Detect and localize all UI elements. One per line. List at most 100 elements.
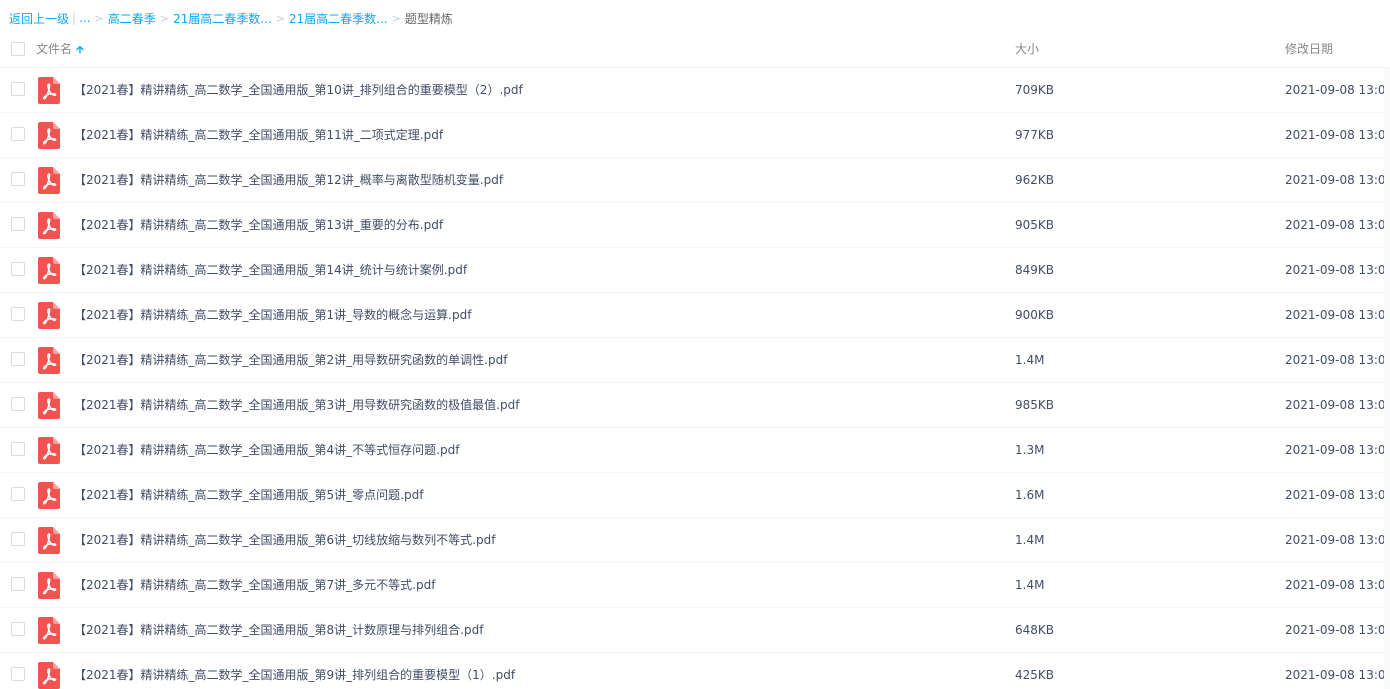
file-modified-date: 2021-09-08 13:07 — [1285, 218, 1390, 232]
column-filename-label: 文件名 — [36, 42, 73, 56]
file-size: 900KB — [1015, 308, 1055, 322]
file-name[interactable]: 【2021春】精讲精练_高二数学_全国通用版_第12讲_概率与离散型随机变量.p… — [74, 158, 503, 203]
file-modified-date: 2021-09-08 13:07 — [1285, 623, 1390, 637]
breadcrumb-item-1[interactable]: 高二春季 — [108, 10, 156, 27]
file-checkbox[interactable] — [11, 172, 25, 186]
pdf-file-icon — [38, 662, 60, 689]
pdf-file-icon — [38, 437, 60, 464]
file-checkbox[interactable] — [11, 307, 25, 321]
file-checkbox[interactable] — [11, 442, 25, 456]
pdf-file-icon — [38, 212, 60, 239]
file-modified-date: 2021-09-08 13:07 — [1285, 488, 1390, 502]
file-row[interactable]: 【2021春】精讲精练_高二数学_全国通用版_第11讲_二项式定理.pdf 977… — [0, 113, 1390, 158]
pdf-file-icon — [38, 617, 60, 644]
file-modified-date: 2021-09-08 13:07 — [1285, 398, 1390, 412]
pdf-file-icon — [38, 572, 60, 599]
chevron-right-icon: > — [275, 11, 285, 25]
file-checkbox[interactable] — [11, 667, 25, 681]
file-modified-date: 2021-09-08 13:07 — [1285, 128, 1390, 142]
file-modified-date: 2021-09-08 13:07 — [1285, 308, 1390, 322]
column-filename[interactable]: 文件名 🡱 — [36, 30, 84, 68]
file-size: 977KB — [1015, 128, 1055, 142]
file-list: 【2021春】精讲精练_高二数学_全国通用版_第10讲_排列组合的重要模型（2）… — [0, 68, 1390, 689]
select-all-checkbox[interactable] — [11, 42, 25, 56]
file-row[interactable]: 【2021春】精讲精练_高二数学_全国通用版_第6讲_切线放缩与数列不等式.pd… — [0, 518, 1390, 563]
file-modified-date: 2021-09-08 13:07 — [1285, 263, 1390, 277]
file-size: 1.3M — [1015, 443, 1045, 457]
file-modified-date: 2021-09-08 13:07 — [1285, 668, 1390, 682]
pdf-file-icon — [38, 347, 60, 374]
file-row[interactable]: 【2021春】精讲精练_高二数学_全国通用版_第14讲_统计与统计案例.pdf 8… — [0, 248, 1390, 293]
back-link[interactable]: 返回上一级 — [9, 10, 69, 27]
file-checkbox[interactable] — [11, 127, 25, 141]
file-checkbox[interactable] — [11, 487, 25, 501]
file-checkbox[interactable] — [11, 577, 25, 591]
file-row[interactable]: 【2021春】精讲精练_高二数学_全国通用版_第5讲_零点问题.pdf 1.6M 2… — [0, 473, 1390, 518]
column-modified-date[interactable]: 修改日期 — [1285, 30, 1333, 68]
pdf-file-icon — [38, 482, 60, 509]
file-row[interactable]: 【2021春】精讲精练_高二数学_全国通用版_第2讲_用导数研究函数的单调性.p… — [0, 338, 1390, 383]
file-name[interactable]: 【2021春】精讲精练_高二数学_全国通用版_第4讲_不等式恒存问题.pdf — [74, 428, 459, 473]
pdf-file-icon — [38, 257, 60, 284]
chevron-right-icon: > — [94, 11, 104, 25]
breadcrumb-current: 题型精炼 — [404, 11, 453, 26]
file-name[interactable]: 【2021春】精讲精练_高二数学_全国通用版_第13讲_重要的分布.pdf — [74, 203, 443, 248]
pdf-file-icon — [38, 302, 60, 329]
file-checkbox[interactable] — [11, 532, 25, 546]
file-checkbox[interactable] — [11, 262, 25, 276]
file-row[interactable]: 【2021春】精讲精练_高二数学_全国通用版_第7讲_多元不等式.pdf 1.4M… — [0, 563, 1390, 608]
file-name[interactable]: 【2021春】精讲精练_高二数学_全国通用版_第11讲_二项式定理.pdf — [74, 113, 443, 158]
file-name[interactable]: 【2021春】精讲精练_高二数学_全国通用版_第14讲_统计与统计案例.pdf — [74, 248, 467, 293]
file-checkbox[interactable] — [11, 352, 25, 366]
file-row[interactable]: 【2021春】精讲精练_高二数学_全国通用版_第1讲_导数的概念与运算.pdf 9… — [0, 293, 1390, 338]
file-name[interactable]: 【2021春】精讲精练_高二数学_全国通用版_第6讲_切线放缩与数列不等式.pd… — [74, 518, 495, 563]
file-size: 1.4M — [1015, 533, 1045, 547]
file-modified-date: 2021-09-08 13:07 — [1285, 443, 1390, 457]
file-checkbox[interactable] — [11, 622, 25, 636]
file-name[interactable]: 【2021春】精讲精练_高二数学_全国通用版_第2讲_用导数研究函数的单调性.p… — [74, 338, 507, 383]
breadcrumb-ellipsis[interactable]: ... — [79, 11, 90, 25]
pdf-file-icon — [38, 167, 60, 194]
file-name[interactable]: 【2021春】精讲精练_高二数学_全国通用版_第9讲_排列组合的重要模型（1）.… — [74, 653, 515, 689]
breadcrumb: 返回上一级 | ... > 高二春季 > 21届高二春季数... > 21届高二… — [9, 9, 453, 27]
file-row[interactable]: 【2021春】精讲精练_高二数学_全国通用版_第9讲_排列组合的重要模型（1）.… — [0, 653, 1390, 689]
file-name[interactable]: 【2021春】精讲精练_高二数学_全国通用版_第8讲_计数原理与排列组合.pdf — [74, 608, 483, 653]
file-name[interactable]: 【2021春】精讲精练_高二数学_全国通用版_第5讲_零点问题.pdf — [74, 473, 423, 518]
file-row[interactable]: 【2021春】精讲精练_高二数学_全国通用版_第8讲_计数原理与排列组合.pdf… — [0, 608, 1390, 653]
file-size: 985KB — [1015, 398, 1055, 412]
file-row[interactable]: 【2021春】精讲精练_高二数学_全国通用版_第13讲_重要的分布.pdf 905… — [0, 203, 1390, 248]
file-size: 849KB — [1015, 263, 1055, 277]
file-row[interactable]: 【2021春】精讲精练_高二数学_全国通用版_第12讲_概率与离散型随机变量.p… — [0, 158, 1390, 203]
file-row[interactable]: 【2021春】精讲精练_高二数学_全国通用版_第3讲_用导数研究函数的极值最值.… — [0, 383, 1390, 428]
file-modified-date: 2021-09-08 13:07 — [1285, 353, 1390, 367]
file-size: 962KB — [1015, 173, 1055, 187]
sort-ascending-icon[interactable]: 🡱 — [76, 43, 84, 56]
file-size: 709KB — [1015, 83, 1055, 97]
file-checkbox[interactable] — [11, 82, 25, 96]
pdf-file-icon — [38, 77, 60, 104]
file-name[interactable]: 【2021春】精讲精练_高二数学_全国通用版_第10讲_排列组合的重要模型（2）… — [74, 68, 523, 113]
chevron-right-icon: > — [159, 11, 169, 25]
file-size: 425KB — [1015, 668, 1055, 682]
breadcrumb-divider: | — [72, 11, 77, 25]
file-modified-date: 2021-09-08 13:07 — [1285, 173, 1390, 187]
file-name[interactable]: 【2021春】精讲精练_高二数学_全国通用版_第3讲_用导数研究函数的极值最值.… — [74, 383, 519, 428]
column-size[interactable]: 大小 — [1015, 30, 1039, 68]
scrollbar[interactable] — [1384, 68, 1390, 689]
file-checkbox[interactable] — [11, 397, 25, 411]
file-size: 648KB — [1015, 623, 1055, 637]
file-row[interactable]: 【2021春】精讲精练_高二数学_全国通用版_第4讲_不等式恒存问题.pdf 1.… — [0, 428, 1390, 473]
pdf-file-icon — [38, 527, 60, 554]
file-checkbox[interactable] — [11, 217, 25, 231]
chevron-right-icon: > — [391, 11, 401, 25]
pdf-file-icon — [38, 392, 60, 419]
file-size: 905KB — [1015, 218, 1055, 232]
file-modified-date: 2021-09-08 13:07 — [1285, 578, 1390, 592]
file-name[interactable]: 【2021春】精讲精练_高二数学_全国通用版_第1讲_导数的概念与运算.pdf — [74, 293, 471, 338]
file-size: 1.4M — [1015, 353, 1045, 367]
file-name[interactable]: 【2021春】精讲精练_高二数学_全国通用版_第7讲_多元不等式.pdf — [74, 563, 435, 608]
file-size: 1.6M — [1015, 488, 1045, 502]
breadcrumb-item-3[interactable]: 21届高二春季数... — [289, 10, 388, 27]
breadcrumb-item-2[interactable]: 21届高二春季数... — [173, 10, 272, 27]
file-row[interactable]: 【2021春】精讲精练_高二数学_全国通用版_第10讲_排列组合的重要模型（2）… — [0, 68, 1390, 113]
